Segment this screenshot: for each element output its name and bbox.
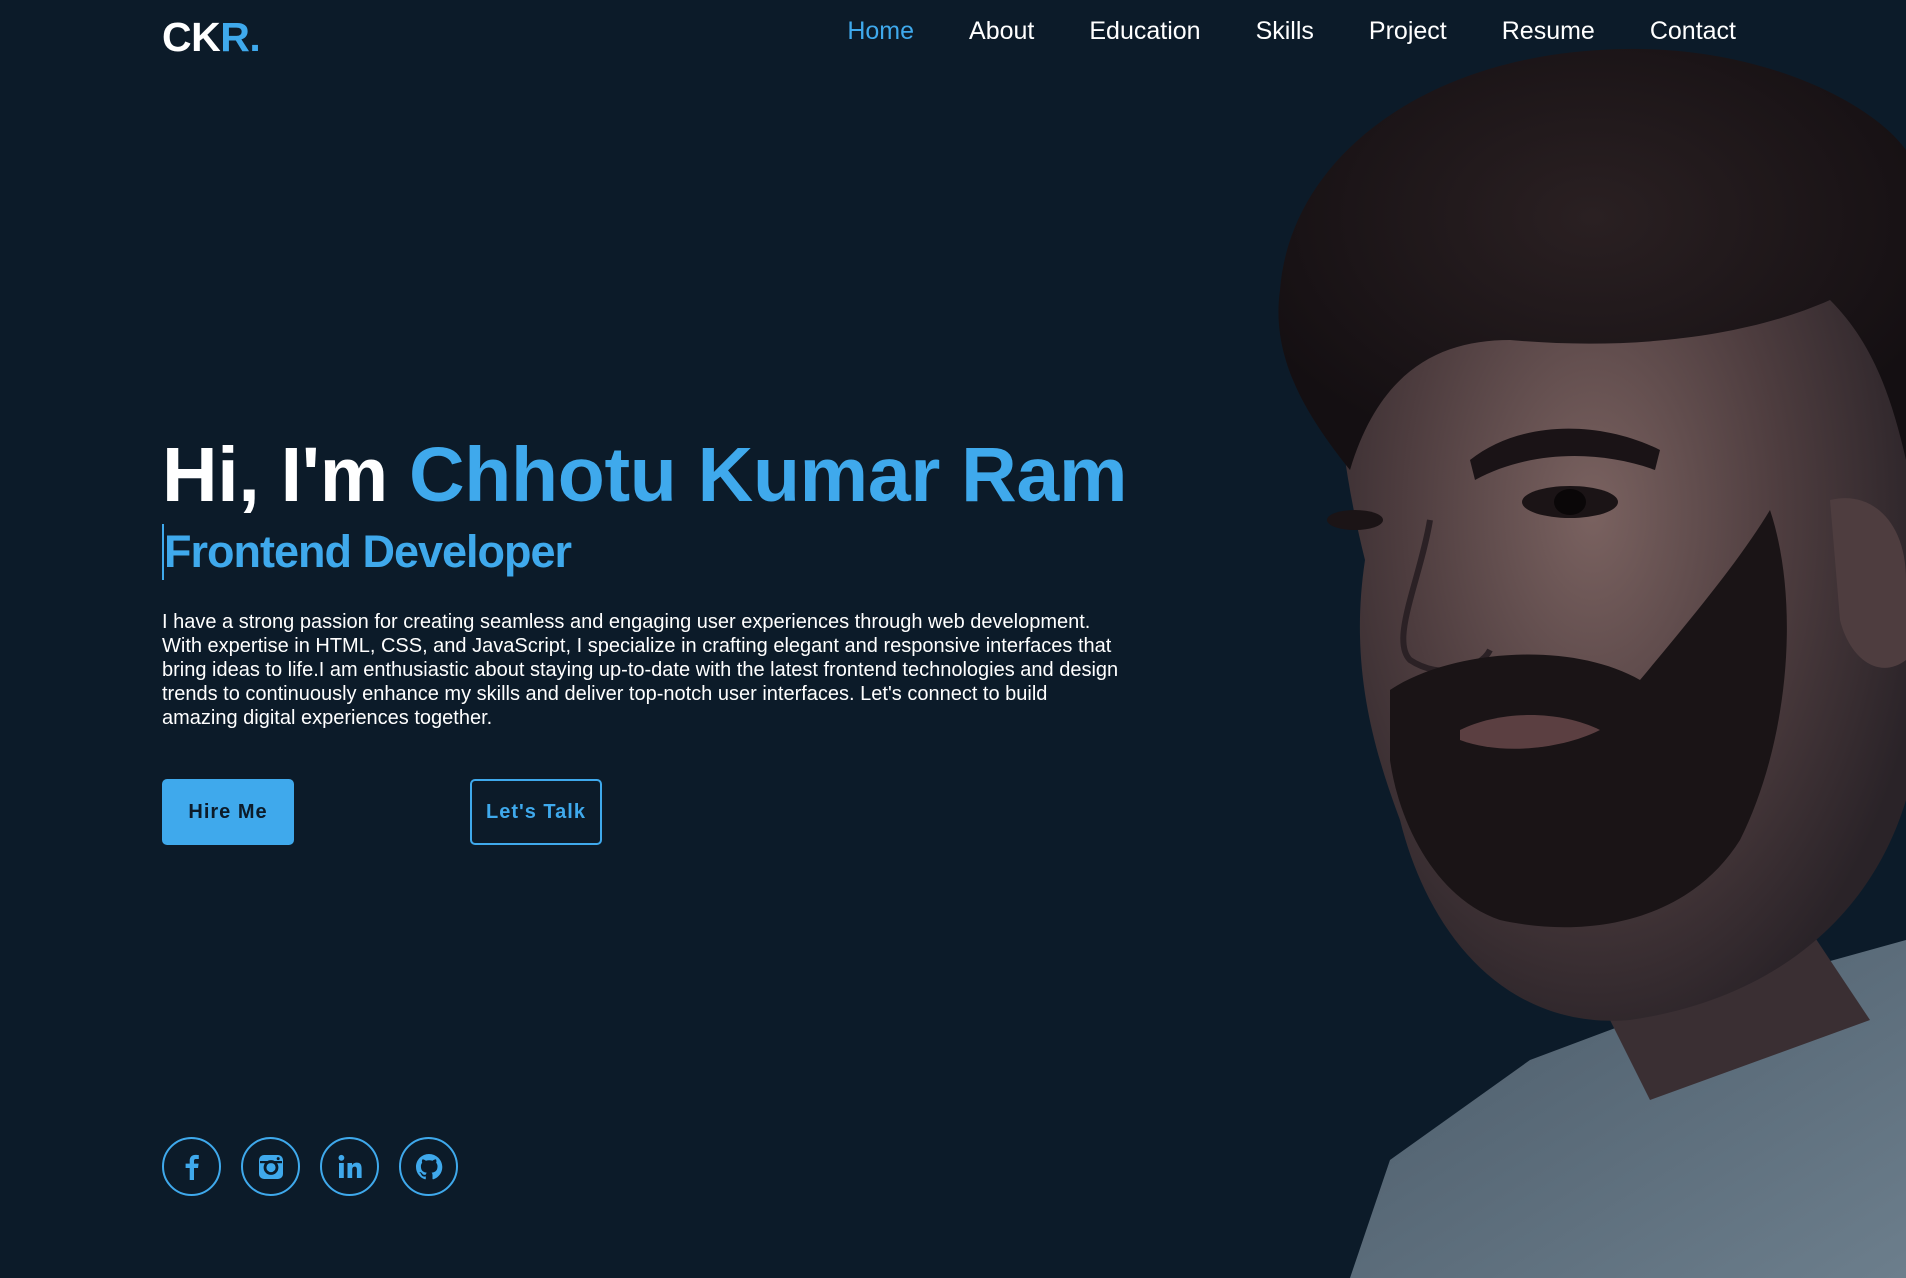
nav-contact[interactable]: Contact xyxy=(1650,14,1736,48)
logo-accent: R. xyxy=(220,14,261,60)
page: CKR. Home About Education Skills Project… xyxy=(0,0,1906,1278)
facebook-link[interactable] xyxy=(162,1137,221,1196)
social-links xyxy=(162,1137,458,1196)
main-nav: Home About Education Skills Project Resu… xyxy=(847,14,1736,48)
logo[interactable]: CKR. xyxy=(162,14,261,61)
nav-about[interactable]: About xyxy=(969,14,1034,48)
linkedin-link[interactable] xyxy=(320,1137,379,1196)
profile-portrait xyxy=(1278,48,1906,1278)
instagram-icon xyxy=(258,1154,283,1179)
nav-education[interactable]: Education xyxy=(1089,14,1200,48)
logo-main: CK xyxy=(162,14,221,60)
nav-skills[interactable]: Skills xyxy=(1256,14,1314,48)
hero-description: I have a strong passion for creating sea… xyxy=(162,611,1119,729)
hero-name: Chhotu Kumar Ram xyxy=(408,432,1128,518)
github-link[interactable] xyxy=(399,1137,458,1196)
lets-talk-button[interactable]: Let's Talk xyxy=(470,779,602,845)
github-icon xyxy=(415,1153,442,1179)
hero-buttons: Hire Me Let's Talk xyxy=(162,779,602,845)
hero-title: Hi, I'm Chhotu Kumar Ram xyxy=(162,430,1127,520)
hire-me-button[interactable]: Hire Me xyxy=(162,779,294,845)
site-header: CKR. Home About Education Skills Project… xyxy=(0,0,1906,80)
facebook-icon xyxy=(185,1154,199,1180)
hero-role: Frontend Developer xyxy=(162,524,572,580)
hero-section: Hi, I'm Chhotu Kumar Ram Frontend Develo… xyxy=(162,430,1127,730)
hero-greeting: Hi, I'm xyxy=(162,432,409,518)
nav-resume[interactable]: Resume xyxy=(1502,14,1595,48)
instagram-link[interactable] xyxy=(241,1137,300,1196)
linkedin-icon xyxy=(338,1154,362,1178)
nav-project[interactable]: Project xyxy=(1369,14,1447,48)
nav-home[interactable]: Home xyxy=(847,14,914,48)
